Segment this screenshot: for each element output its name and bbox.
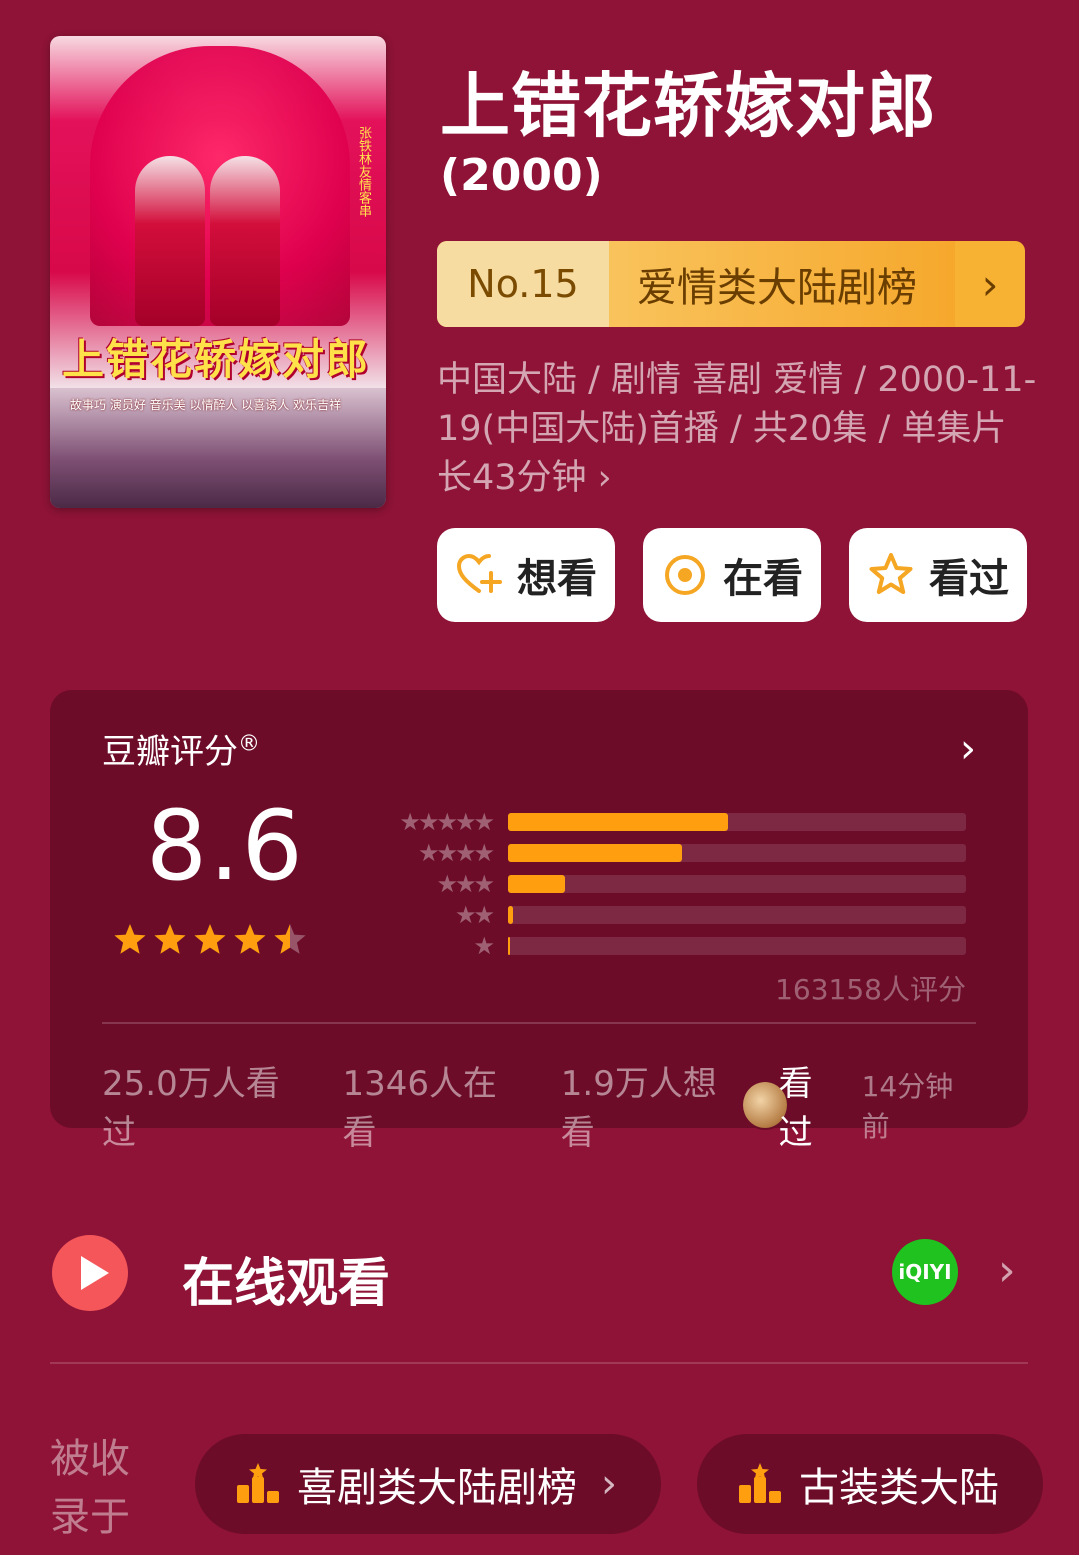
poster-figure-left [135,156,205,326]
rating-bar-track [508,874,966,893]
rating-bar-fill [508,905,513,924]
want-count[interactable]: 1.9万人想看 [561,1056,743,1154]
ranking-podium-icon [237,1463,279,1503]
rating-bar-track [508,905,966,924]
rank-badge[interactable]: No.15 爱情类大陆剧榜 › [437,241,1025,327]
star-filled-icon [194,924,226,954]
collections-row: 被收录于 喜剧类大陆剧榜 › 古装类大陆 [50,1434,1079,1540]
watched-count[interactable]: 25.0万人看过 [102,1056,304,1154]
watched-label: 看过 [929,556,1009,602]
rating-bar-fill [508,874,566,893]
watching-button[interactable]: 在看 [643,528,821,622]
rating-distribution: ★★★★★ ★★★★ ★★★ ★★ ★ [380,806,966,961]
action-buttons: 想看 在看 看过 [437,528,1029,622]
watching-count[interactable]: 1346人在看 [342,1056,522,1154]
collection-chip-label: 喜剧类大陆剧榜 [297,1465,577,1511]
iqiyi-logo-icon: iQIYI [892,1239,958,1305]
rank-number: No.15 [437,241,609,327]
rating-bar-row: ★ [380,930,966,961]
audience-counts: 25.0万人看过 1346人在看 1.9万人想看 看过 14分钟前 [102,1056,976,1154]
star-filled-icon [234,924,266,954]
watching-label: 在看 [723,556,803,602]
watch-online-label: 在线观看 [182,1254,391,1314]
rating-score: 8.6 [146,790,305,902]
star-outline-icon [869,553,913,594]
release-year: (2000) [440,150,603,201]
rating-bar-track [508,936,966,955]
chevron-right-icon[interactable]: › [960,726,976,772]
chevron-right-icon: › [601,1461,617,1507]
want-label: 想看 [517,556,597,602]
star-filled-icon [114,924,146,954]
poster-credits: 故事巧 演员好 音乐美 以情醉人 以喜诱人 欢乐吉祥 [70,398,342,412]
heart-plus-icon [456,553,502,593]
rating-bar-row: ★★ [380,899,966,930]
star-filled-icon [154,924,186,954]
rank-list-name: 爱情类大陆剧榜 [609,241,955,327]
play-icon [52,1235,128,1311]
poster-side-text: 张铁林友情客串 [356,126,371,217]
collection-chip[interactable]: 喜剧类大陆剧榜 › [195,1434,661,1534]
collection-chip-label: 古装类大陆 [799,1465,999,1511]
ranking-podium-icon [739,1463,781,1503]
target-icon [665,555,705,595]
star-half-icon [274,924,306,954]
rating-bar-stars: ★★★★★ [399,807,495,836]
rating-bar-fill [508,936,511,955]
page-title: 上错花轿嫁对郎 [440,65,937,147]
raters-count: 163158人评分 [775,973,966,1006]
rating-bar-fill [508,812,728,831]
rating-label: 豆瓣评分® [102,731,260,772]
rating-bar-row: ★★★★★ [380,806,966,837]
collections-label: 被收录于 [50,1436,130,1540]
watched-button[interactable]: 看过 [849,528,1027,622]
rating-card[interactable]: 豆瓣评分® › 8.6 ★★★★★ ★★★★ ★★★ ★★ ★ 163158人评分 25… [50,690,1028,1153]
rating-bar-stars: ★ [473,931,495,960]
poster-title-art: 上错花轿嫁对郎 [62,335,371,384]
rating-bar-track [508,843,966,862]
rating-stars [112,922,308,958]
want-button[interactable]: 想看 [437,528,615,622]
rating-bar-row: ★★★ [380,868,966,899]
rating-bar-track [508,812,966,831]
rating-bar-stars: ★★★ [436,869,495,898]
recent-activity-action: 看过 [778,1064,813,1153]
collection-chip[interactable]: 古装类大陆 [697,1434,1043,1534]
rating-bar-row: ★★★★ [380,837,966,868]
subject-meta[interactable]: 中国大陆 / 剧情 喜剧 爱情 / 2000-11-19(中国大陆)首播 / 共… [437,356,1037,503]
chevron-right-icon: › [998,1245,1016,1296]
rating-bar-fill [508,843,683,862]
poster-figure-right [210,156,280,326]
rating-bar-stars: ★★★★ [417,838,495,867]
recent-activity-time: 14分钟前 [861,1070,954,1143]
chevron-right-icon: › [981,259,999,309]
divider [102,1022,976,1024]
rating-bar-stars: ★★ [454,900,495,929]
poster-image[interactable]: 张铁林友情客串 上错花轿嫁对郎 故事巧 演员好 音乐美 以情醉人 以喜诱人 欢乐… [50,36,386,508]
watch-online-row[interactable]: 在线观看 iQIYI › [52,1233,1028,1314]
divider [50,1362,1028,1364]
